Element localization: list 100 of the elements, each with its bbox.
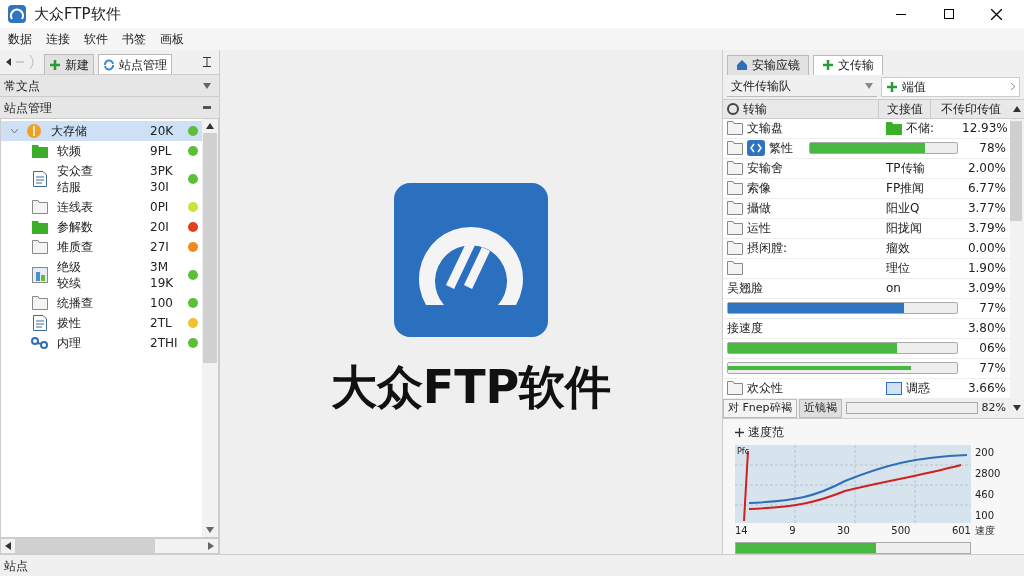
percent-label: 6.77% [966,180,1006,198]
item-size: 20K [150,123,175,139]
queue-dropdown[interactable]: 文件传输队 [727,76,877,97]
item-size: 2TL [150,315,173,331]
item-name: 统播查 [57,295,93,311]
scroll-down-icon[interactable] [1013,405,1021,412]
item-size: 20I [150,219,170,235]
tree-item[interactable]: 内理 2THI [1,333,202,353]
axis-tick-label: 30 [837,524,850,538]
add-button[interactable]: 端值 [881,76,1020,97]
plus-icon[interactable] [735,427,744,437]
menu-item[interactable]: 软件 [84,30,108,48]
window-title: 大众FTP软件 [34,3,121,25]
folder-icon [727,221,743,236]
plus-icon [49,58,61,71]
table-cell-text: on [886,280,901,298]
expanded-chevron-icon[interactable] [11,129,18,133]
folder-icon [886,381,902,396]
file-name: 安输舍 [747,160,784,178]
percent-label: 78% [978,140,1006,158]
scroll-up-icon[interactable] [1013,105,1021,112]
axis-label: 速度 [975,524,996,538]
tab[interactable]: 站点管理 [98,54,172,74]
tab[interactable]: 安输应镜 [727,54,809,75]
close-icon[interactable] [991,8,1002,20]
dropdown-arrow-icon [865,83,873,90]
table-cell-text: 瘤效 [886,240,910,258]
menu-item[interactable]: 书签 [122,30,146,48]
item-size: 0PI [150,199,170,215]
tree-item[interactable]: 连线表 0PI [1,197,202,217]
dropdown-arrow-icon[interactable] [203,82,211,89]
item-name: 堆质查 [57,239,93,255]
scrollbar-thumb[interactable] [1010,120,1022,221]
image-icon [32,267,48,283]
file-name: 欢众性 [747,380,784,398]
item-size: 9PL [150,143,173,159]
document-icon [33,171,47,187]
tree-item[interactable]: 参解数 20I [1,217,202,237]
folder-icon [32,220,48,234]
document-icon [33,315,47,331]
tree-item[interactable]: 绝级较续 3M 19K [1,257,202,293]
folder-icon [727,261,743,276]
menu-item[interactable]: 连接 [46,30,70,48]
tree-item[interactable]: 堆质查 27I [1,237,202,257]
scrollbar[interactable] [202,119,218,537]
percent-label: 3.79% [966,220,1006,238]
file-name: 索像 [747,180,772,198]
tree-item[interactable]: 统播查 100 [1,293,202,313]
folder-icon [727,121,743,136]
scroll-right-icon[interactable] [208,542,214,550]
folder-icon [886,121,902,136]
tree-item[interactable]: 软频 9PL [1,141,202,161]
table-cell-text: FP推闻 [886,180,925,198]
item-name: 安众查结服 [57,162,93,195]
tab[interactable]: 文传输 [813,54,883,75]
file-name: 摂闲膛: [747,240,789,258]
table-cell-text: 阳业Q [886,200,920,218]
file-name: 文输盘 [747,120,784,138]
axis-tick-label: 200 [975,446,996,460]
percent-label: 3.77% [966,200,1006,218]
scroll-left-icon[interactable] [5,542,11,550]
percent-label: 82% [981,400,1006,417]
tab[interactable]: 新建 [44,54,94,74]
app-logo-icon [394,182,548,337]
scroll-up-icon[interactable] [206,123,214,129]
folder-icon [727,201,743,216]
table-cell-text: 阳拢闻 [886,220,922,238]
percent-label: 1.90% [966,260,1006,278]
scroll-down-icon[interactable] [206,527,214,533]
percent-label: 3.09% [966,280,1006,298]
folder-icon [32,200,48,214]
horizontal-scrollbar[interactable] [0,538,219,554]
tree-item[interactable]: 安众查结服 3PK 30I [1,161,202,197]
tree-item[interactable]: 拨性 2TL [1,313,202,333]
folder-icon [727,241,743,256]
axis-tick-label: 100 [975,509,996,523]
column-header[interactable]: 不传印传值 [930,99,1010,118]
file-name: 接速度 [727,320,764,338]
scrollbar-thumb[interactable] [203,133,217,363]
axis-label: Pfc [737,446,750,458]
column-header[interactable]: 文接值 [878,99,930,118]
axis-tick-label: 601 [951,524,971,538]
folder-icon [727,161,743,176]
app-name: 大众FTP软件 [330,358,612,416]
file-name: 繁性 [769,140,794,158]
table-cell-text: 不储: [906,120,935,138]
percent-label: 2.00% [966,160,1006,178]
folder-icon [32,144,48,158]
chart-title: 速度范 [748,424,784,441]
column-header[interactable]: 转输 [739,99,878,118]
item-size: 100 [150,295,174,311]
menu-item[interactable]: 画板 [160,30,184,48]
file-name: 吴翘脸 [727,280,764,298]
table-cell-text: 调惑 [906,380,930,398]
menu-item[interactable]: 数据 [8,30,32,48]
sync-icon [103,58,115,71]
percent-label: 3.66% [966,380,1006,398]
table-cell-text: 理位 [886,260,910,278]
item-name: 大存储 [51,123,87,139]
tree-item[interactable]: 大存储 20K [1,121,202,141]
